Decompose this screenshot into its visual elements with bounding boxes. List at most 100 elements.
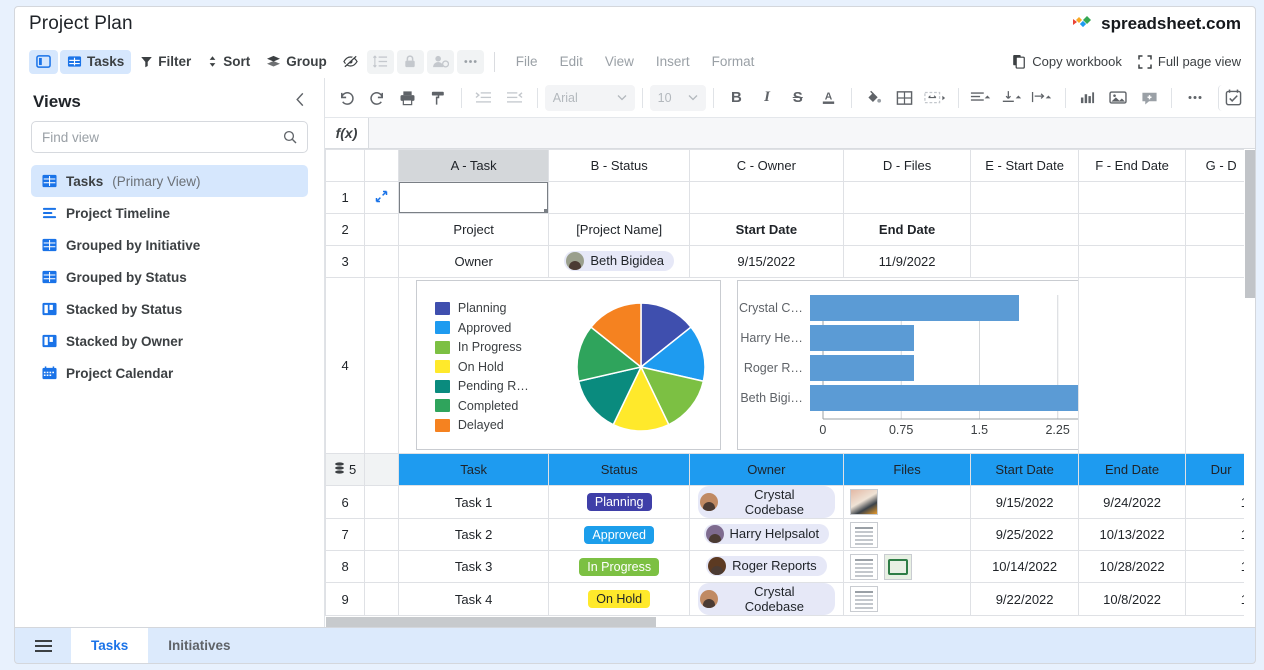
- file-thumbnail-photo[interactable]: [849, 489, 878, 515]
- cell-task[interactable]: Task 1: [397, 485, 550, 519]
- font-size-select[interactable]: 10: [649, 84, 707, 111]
- print-button[interactable]: [395, 85, 420, 111]
- group-button[interactable]: Group: [259, 50, 334, 74]
- row-gutter[interactable]: [364, 245, 399, 278]
- text-color-button[interactable]: A: [816, 85, 841, 111]
- row-gutter[interactable]: [364, 485, 399, 519]
- cell-owner[interactable]: Harry Helpsalot: [688, 518, 844, 551]
- cell-start-date[interactable]: 9/22/2022: [970, 582, 1079, 616]
- italic-button[interactable]: I: [755, 85, 780, 111]
- horizontal-align-button[interactable]: [969, 85, 994, 111]
- indent-decrease-button[interactable]: [502, 85, 527, 111]
- band-header-files[interactable]: Files: [842, 453, 972, 486]
- cell-status[interactable]: Approved: [548, 518, 690, 551]
- cell-c3[interactable]: 9/15/2022: [688, 245, 844, 278]
- cell-a2[interactable]: Project: [397, 213, 550, 246]
- cell-start-date[interactable]: 9/15/2022: [970, 485, 1079, 519]
- menu-format[interactable]: Format: [701, 54, 766, 69]
- band-header-end-date[interactable]: End Date: [1077, 453, 1187, 486]
- band-header-status[interactable]: Status: [548, 453, 690, 486]
- fill-handle[interactable]: [544, 209, 548, 213]
- copy-workbook-button[interactable]: Copy workbook: [1012, 54, 1122, 69]
- cell-owner[interactable]: Roger Reports: [688, 550, 844, 583]
- cell-files[interactable]: [842, 550, 972, 583]
- select-all-corner[interactable]: [325, 149, 366, 182]
- indent-increase-button[interactable]: [472, 85, 497, 111]
- file-thumbnail-doc[interactable]: [849, 553, 878, 580]
- cell-e3[interactable]: [970, 245, 1079, 278]
- cell-end-date[interactable]: 9/24/2022: [1077, 485, 1187, 519]
- row-expand-gutter[interactable]: [364, 181, 399, 214]
- owner-chip[interactable]: Beth Bigidea: [564, 250, 675, 271]
- cell-task[interactable]: Task 2: [397, 518, 550, 551]
- band-header-owner[interactable]: Owner: [688, 453, 844, 486]
- insert-comment-button[interactable]: [1137, 85, 1162, 111]
- cell-e2[interactable]: [970, 213, 1079, 246]
- column-header-e[interactable]: E - Start Date: [970, 149, 1079, 182]
- cell-files[interactable]: [842, 485, 972, 519]
- strikethrough-button[interactable]: S: [785, 85, 810, 111]
- lock-button[interactable]: [396, 49, 424, 74]
- menu-file[interactable]: File: [505, 54, 549, 69]
- menu-edit[interactable]: Edit: [549, 54, 594, 69]
- file-thumbnail-cert[interactable]: [883, 553, 912, 580]
- row-number[interactable]: 7: [325, 518, 366, 551]
- cell-g4[interactable]: [1077, 277, 1187, 454]
- column-header-c[interactable]: C - Owner: [688, 149, 844, 182]
- row-gutter[interactable]: [364, 213, 399, 246]
- cell-status[interactable]: On Hold: [548, 582, 690, 616]
- cell-files[interactable]: [842, 518, 972, 551]
- cell-b1[interactable]: [548, 181, 690, 214]
- row-gutter[interactable]: [364, 453, 399, 486]
- formula-input[interactable]: [369, 118, 1255, 148]
- owner-chip[interactable]: Crystal Codebase: [697, 486, 835, 518]
- sidebar-item-tasks[interactable]: Tasks (Primary View): [31, 165, 308, 197]
- row-number[interactable]: 2: [325, 213, 366, 246]
- row-gutter[interactable]: [364, 518, 399, 551]
- undo-button[interactable]: [334, 85, 359, 111]
- find-view-box[interactable]: [31, 121, 308, 153]
- row-height-button[interactable]: [366, 49, 394, 74]
- function-button[interactable]: f(x): [325, 118, 369, 148]
- column-header-f[interactable]: F - End Date: [1077, 149, 1187, 182]
- cell-f3[interactable]: [1077, 245, 1187, 278]
- horizontal-scrollbar-thumb[interactable]: [326, 617, 656, 627]
- bold-button[interactable]: B: [724, 85, 749, 111]
- row-gutter[interactable]: [364, 582, 399, 616]
- tab-tasks[interactable]: Tasks: [71, 628, 149, 663]
- cell-a3[interactable]: Owner: [397, 245, 550, 278]
- row-number[interactable]: 8: [325, 550, 366, 583]
- owner-bar-chart[interactable]: Crystal C… Harry He… Roger R… Beth Bigi… 0 0…: [736, 280, 1078, 450]
- sort-button[interactable]: Sort: [200, 50, 257, 74]
- sidebar-item-stacked-by-owner[interactable]: Stacked by Owner: [31, 325, 308, 357]
- file-thumbnail-doc[interactable]: [849, 586, 878, 612]
- cell-end-date[interactable]: 10/8/2022: [1077, 582, 1187, 616]
- row-number[interactable]: 5: [325, 453, 366, 486]
- cell-owner[interactable]: Crystal Codebase: [688, 485, 844, 519]
- cell-status[interactable]: Planning: [548, 485, 690, 519]
- cell-d2[interactable]: End Date: [842, 213, 972, 246]
- insert-image-button[interactable]: [1106, 85, 1131, 111]
- format-painter-button[interactable]: [426, 85, 451, 111]
- status-pie-chart[interactable]: Planning Approved In Progress On Hold Pe…: [415, 280, 721, 450]
- owner-chip[interactable]: Roger Reports: [706, 555, 827, 576]
- cell-task[interactable]: Task 4: [397, 582, 550, 616]
- vertical-scrollbar-thumb[interactable]: [1245, 150, 1255, 298]
- cell-c1[interactable]: [688, 181, 844, 214]
- cell-task[interactable]: Task 3: [397, 550, 550, 583]
- column-header-a[interactable]: A - Task: [397, 149, 550, 182]
- borders-button[interactable]: [892, 85, 917, 111]
- owner-chip[interactable]: Crystal Codebase: [697, 583, 835, 615]
- row-number[interactable]: 1: [325, 181, 366, 214]
- menu-insert[interactable]: Insert: [645, 54, 701, 69]
- filter-button[interactable]: Filter: [133, 50, 198, 74]
- row-number[interactable]: 6: [325, 485, 366, 519]
- column-header-d[interactable]: D - Files: [842, 149, 972, 182]
- cell-status[interactable]: In Progress: [548, 550, 690, 583]
- band-header-task[interactable]: Task: [397, 453, 550, 486]
- vertical-scrollbar[interactable]: [1244, 149, 1255, 627]
- more-toolbar-button[interactable]: [1182, 85, 1207, 111]
- cell-owner[interactable]: Crystal Codebase: [688, 582, 844, 616]
- sidebar-item-grouped-by-initiative[interactable]: Grouped by Initiative: [31, 229, 308, 261]
- cell-d3[interactable]: 11/9/2022: [842, 245, 972, 278]
